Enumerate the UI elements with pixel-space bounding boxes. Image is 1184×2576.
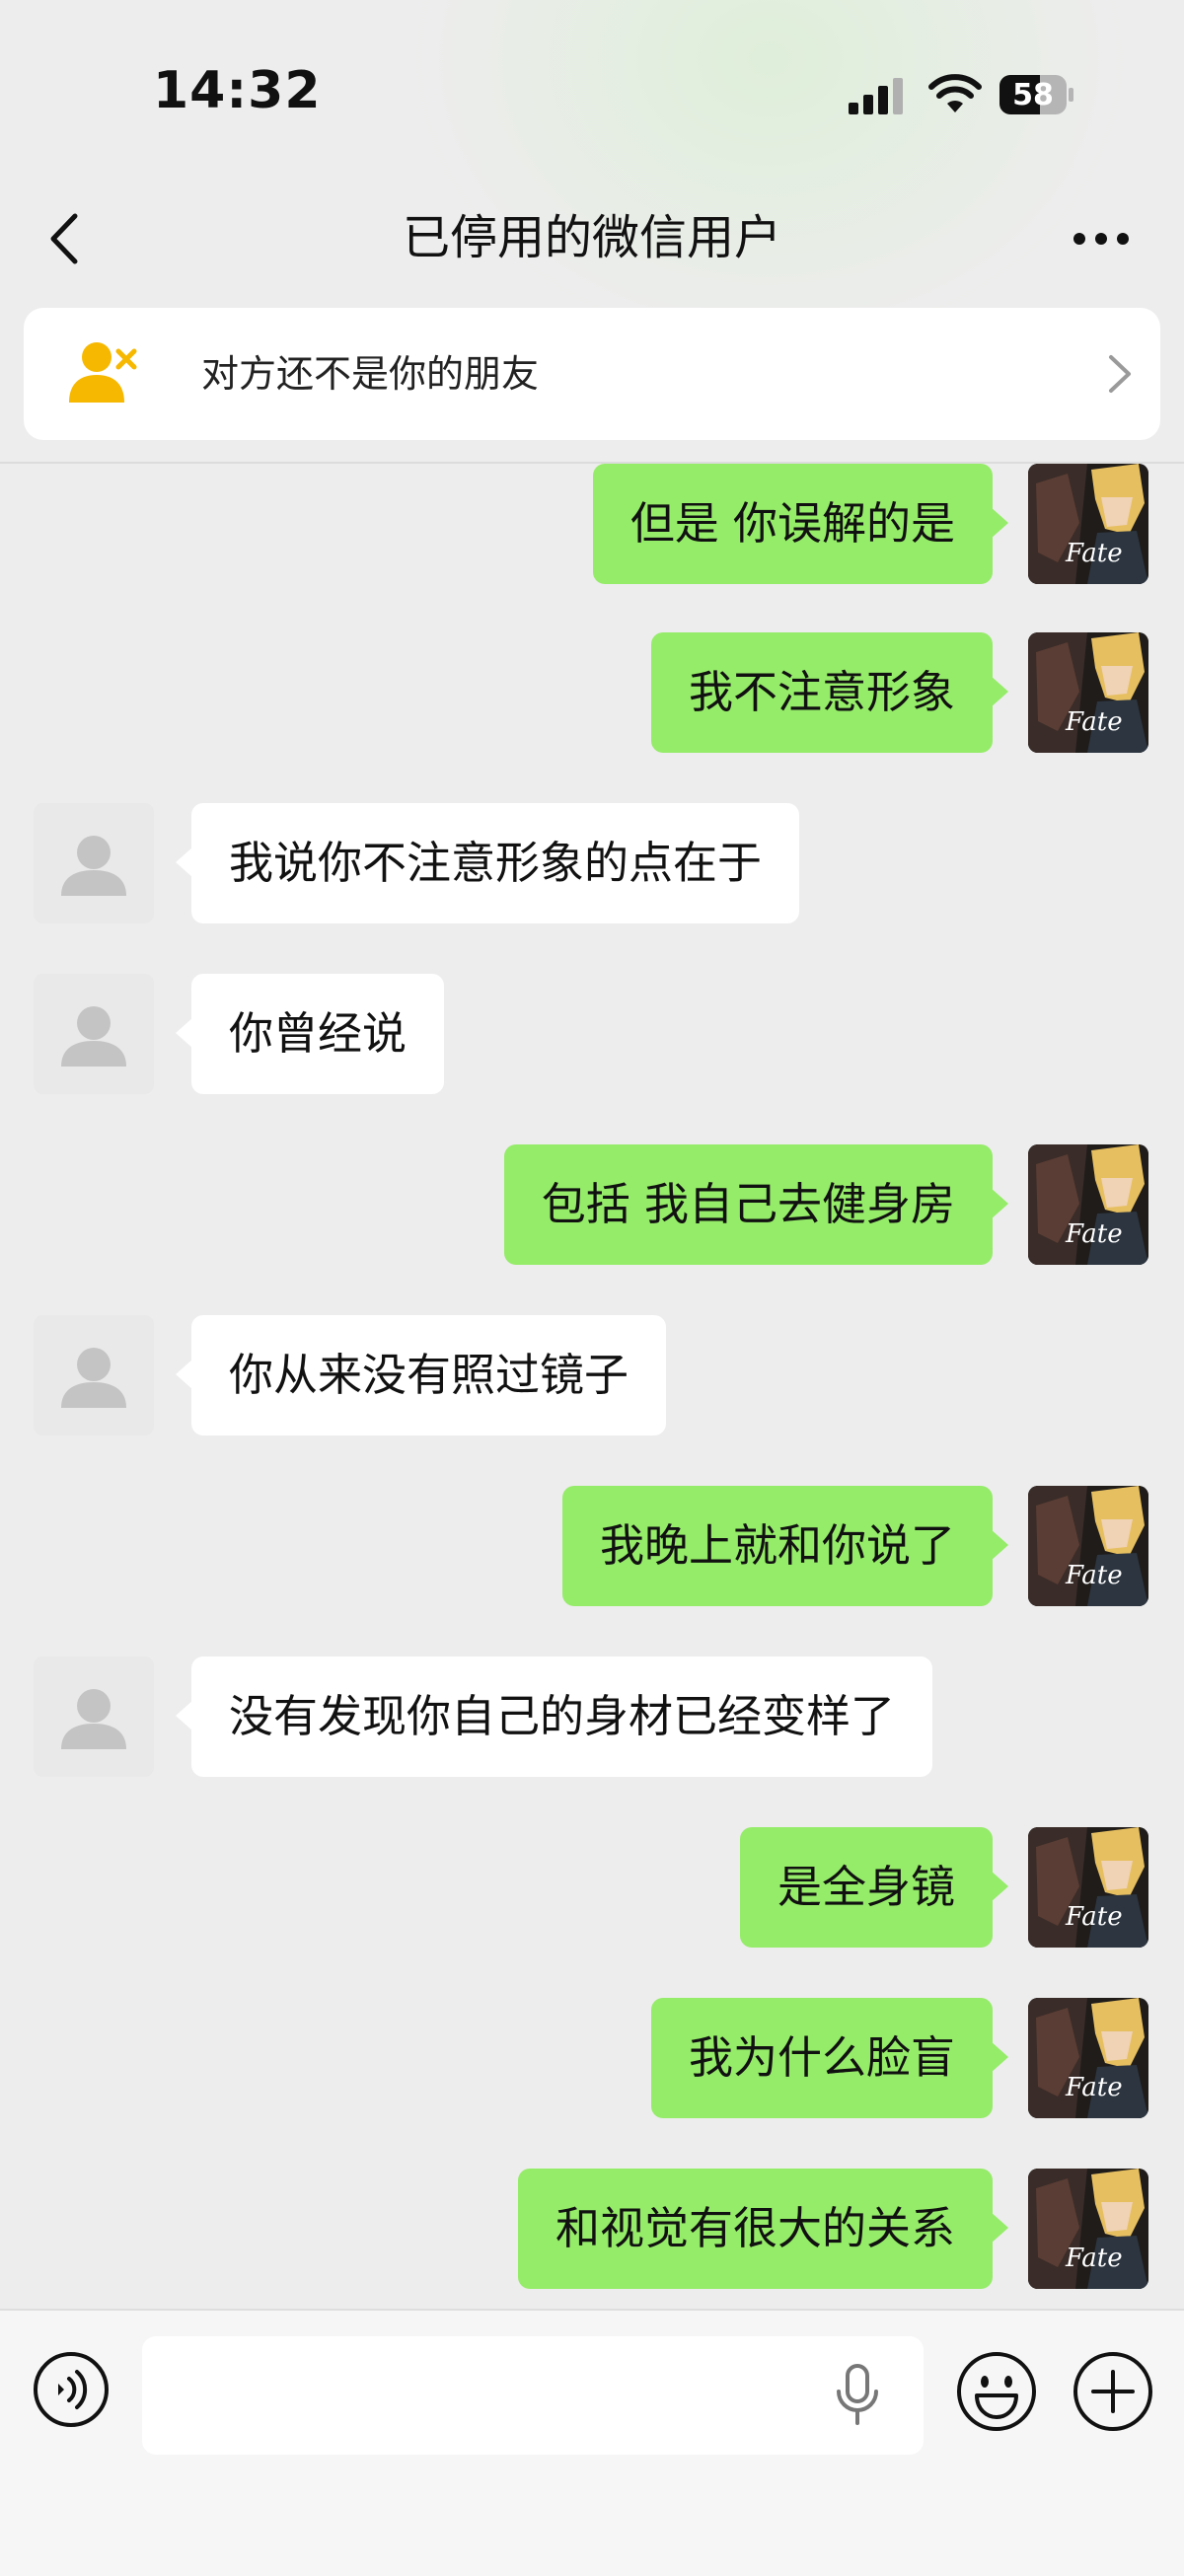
banner-text: 对方还不是你的朋友 bbox=[201, 352, 540, 396]
avatar-caption: Fate bbox=[1066, 707, 1123, 737]
my-avatar[interactable]: Fate bbox=[1028, 2169, 1148, 2289]
avatar-caption: Fate bbox=[1066, 2244, 1123, 2273]
more-button[interactable] bbox=[1066, 203, 1137, 274]
contact-message-bubble[interactable]: 没有发现你自己的身材已经变样了 bbox=[175, 1656, 933, 1777]
avatar-caption: Fate bbox=[1066, 1561, 1123, 1590]
contact-message-bubble[interactable]: 你曾经说 bbox=[175, 974, 445, 1094]
contact-message-bubble[interactable]: 我说你不注意形象的点在于 bbox=[175, 803, 800, 923]
emoji-icon[interactable] bbox=[955, 2350, 1038, 2433]
nav-bar: 已停用的微信用户 bbox=[0, 187, 1184, 306]
my-message-bubble[interactable]: 包括 我自己去健身房 bbox=[503, 1144, 1009, 1265]
chat-title: 已停用的微信用户 bbox=[402, 210, 781, 265]
my-avatar[interactable]: Fate bbox=[1028, 464, 1148, 584]
my-message-bubble[interactable]: 是全身镜 bbox=[739, 1827, 1009, 1948]
chat-area[interactable]: 但是 你误解的是 Fate 我不注意形象 Fate 我说你不注意形象的点在于 你… bbox=[0, 462, 1184, 2309]
my-avatar[interactable]: Fate bbox=[1028, 632, 1148, 753]
message-row: 和视觉有很大的关系 Fate bbox=[0, 2169, 1184, 2291]
message-row: 但是 你误解的是 Fate bbox=[0, 464, 1184, 586]
avatar-caption: Fate bbox=[1066, 2073, 1123, 2102]
message-row: 我说你不注意形象的点在于 bbox=[0, 803, 1184, 925]
voice-icon[interactable] bbox=[32, 2350, 111, 2429]
my-message-bubble[interactable]: 但是 你误解的是 bbox=[592, 464, 1009, 584]
more-dots-icon bbox=[1073, 233, 1129, 245]
battery-icon: 58 bbox=[999, 73, 1075, 116]
default-user-icon bbox=[34, 1315, 154, 1435]
my-avatar[interactable]: Fate bbox=[1028, 1998, 1148, 2118]
my-avatar[interactable]: Fate bbox=[1028, 1486, 1148, 1606]
message-row: 我为什么脸盲 Fate bbox=[0, 1998, 1184, 2120]
avatar-caption: Fate bbox=[1066, 1902, 1123, 1932]
status-bar: 14:32 58 bbox=[0, 0, 1184, 187]
avatar-caption: Fate bbox=[1066, 539, 1123, 568]
not-friend-banner[interactable]: 对方还不是你的朋友 bbox=[24, 308, 1160, 440]
message-row: 我不注意形象 Fate bbox=[0, 632, 1184, 755]
wifi-icon bbox=[928, 74, 982, 112]
my-message-bubble[interactable]: 我晚上就和你说了 bbox=[561, 1486, 1009, 1606]
contact-avatar[interactable] bbox=[34, 803, 154, 923]
plus-circle-icon[interactable] bbox=[1072, 2350, 1154, 2433]
message-row: 没有发现你自己的身材已经变样了 bbox=[0, 1656, 1184, 1779]
contact-avatar[interactable] bbox=[34, 974, 154, 1094]
default-user-icon bbox=[34, 974, 154, 1094]
my-message-bubble[interactable]: 我不注意形象 bbox=[650, 632, 1009, 753]
message-row: 是全身镜 Fate bbox=[0, 1827, 1184, 1950]
message-input[interactable] bbox=[142, 2336, 924, 2455]
default-user-icon bbox=[34, 803, 154, 923]
status-time: 14:32 bbox=[153, 61, 322, 120]
user-remove-icon bbox=[69, 342, 137, 403]
my-message-bubble[interactable]: 我为什么脸盲 bbox=[650, 1998, 1009, 2118]
my-avatar[interactable]: Fate bbox=[1028, 1827, 1148, 1948]
contact-avatar[interactable] bbox=[34, 1656, 154, 1777]
default-user-icon bbox=[34, 1656, 154, 1777]
battery-level: 58 bbox=[1012, 78, 1054, 112]
message-row: 你从来没有照过镜子 bbox=[0, 1315, 1184, 1437]
contact-message-bubble[interactable]: 你从来没有照过镜子 bbox=[175, 1315, 667, 1435]
message-row: 你曾经说 bbox=[0, 974, 1184, 1096]
cellular-signal-icon bbox=[849, 78, 903, 114]
avatar-caption: Fate bbox=[1066, 1219, 1123, 1249]
message-row: 我晚上就和你说了 Fate bbox=[0, 1486, 1184, 1608]
input-bar bbox=[0, 2309, 1184, 2576]
my-message-bubble[interactable]: 和视觉有很大的关系 bbox=[517, 2169, 1009, 2289]
chevron-right-icon bbox=[1109, 355, 1131, 393]
contact-avatar[interactable] bbox=[34, 1315, 154, 1435]
microphone-icon[interactable] bbox=[833, 2364, 882, 2427]
message-row: 包括 我自己去健身房 Fate bbox=[0, 1144, 1184, 1267]
my-avatar[interactable]: Fate bbox=[1028, 1144, 1148, 1265]
